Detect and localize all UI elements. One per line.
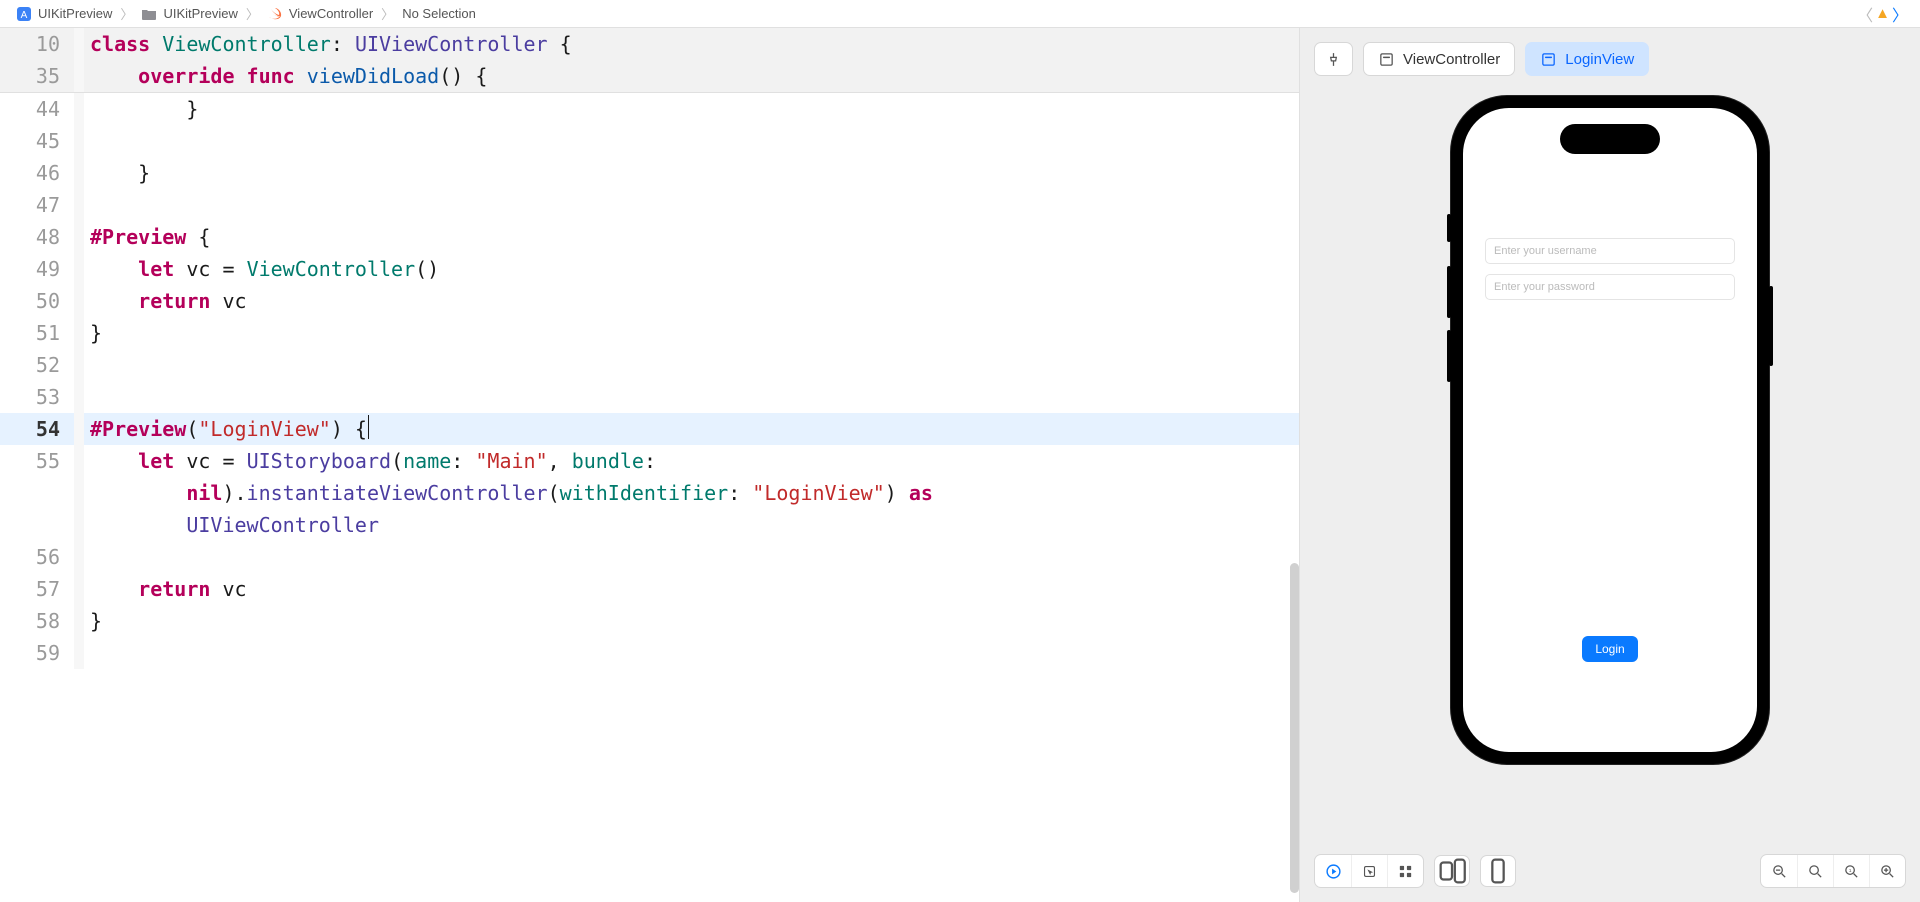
zoom-group: 1	[1760, 854, 1906, 888]
device-settings-button[interactable]	[1434, 855, 1470, 887]
code-line[interactable]: UIViewController	[84, 509, 1299, 541]
line-number	[0, 477, 74, 509]
zoom-fit-button[interactable]	[1797, 855, 1833, 887]
line-number: 48	[0, 221, 74, 253]
folder-icon	[141, 6, 157, 22]
code-line[interactable]: override func viewDidLoad() {	[84, 60, 1299, 92]
code-line[interactable]: }	[84, 93, 1299, 125]
warning-icon[interactable]: ▲	[1875, 5, 1890, 22]
crumb-project-label: UIKitPreview	[38, 6, 112, 21]
crumb-selection-label: No Selection	[402, 6, 476, 21]
code-line[interactable]: }	[84, 157, 1299, 189]
preview-mode-group	[1314, 854, 1424, 888]
code-line[interactable]: class ViewController: UIViewController {	[84, 28, 1299, 60]
svg-text:1: 1	[1849, 868, 1852, 874]
line-number: 56	[0, 541, 74, 573]
code-area[interactable]: 44 } 45 46 } 47 48 #Preview { 49 let vc =…	[0, 93, 1299, 902]
crumb-project[interactable]: A UIKitPreview	[10, 6, 118, 22]
preview-canvas[interactable]: Enter your username Enter your password …	[1300, 86, 1920, 842]
app-icon: A	[16, 6, 32, 22]
code-line[interactable]: nil).instantiateViewController(withIdent…	[84, 477, 1299, 509]
zoom-in-button[interactable]	[1869, 855, 1905, 887]
preview-top-toolbar: ViewController LoginView	[1300, 28, 1920, 86]
device-frame: Enter your username Enter your password …	[1451, 96, 1769, 764]
line-number: 44	[0, 93, 74, 125]
line-number: 55	[0, 445, 74, 477]
crumb-sep: 〉	[379, 4, 396, 23]
code-line[interactable]	[84, 381, 1299, 413]
line-number: 46	[0, 157, 74, 189]
fold-gutter[interactable]	[74, 28, 84, 60]
code-line[interactable]: #Preview {	[84, 221, 1299, 253]
line-number: 51	[0, 317, 74, 349]
preview-pane: ViewController LoginView Enter your user…	[1300, 28, 1920, 902]
sticky-scope: 10 class ViewController: UIViewControlle…	[0, 28, 1299, 93]
code-line[interactable]: }	[84, 317, 1299, 349]
device-power-button	[1769, 286, 1773, 366]
swift-icon	[267, 6, 283, 22]
line-number: 47	[0, 189, 74, 221]
line-number: 53	[0, 381, 74, 413]
crumb-sep: 〉	[244, 4, 261, 23]
line-number	[0, 509, 74, 541]
device-volume-up-button	[1447, 266, 1451, 318]
variants-button[interactable]	[1387, 855, 1423, 887]
preview-bottom-toolbar: 1	[1300, 842, 1920, 902]
crumb-folder[interactable]: UIKitPreview	[135, 6, 243, 22]
zoom-actual-button[interactable]: 1	[1833, 855, 1869, 887]
device-screen[interactable]: Enter your username Enter your password …	[1463, 108, 1757, 752]
code-line[interactable]	[84, 637, 1299, 669]
text-cursor	[368, 415, 369, 439]
live-button[interactable]	[1315, 855, 1351, 887]
line-number: 50	[0, 285, 74, 317]
line-number: 54	[0, 413, 74, 445]
password-field[interactable]: Enter your password	[1485, 274, 1735, 300]
line-number: 35	[0, 60, 74, 92]
line-number: 57	[0, 573, 74, 605]
code-line[interactable]	[84, 189, 1299, 221]
code-line[interactable]: return vc	[84, 573, 1299, 605]
fold-gutter[interactable]	[74, 60, 84, 92]
nav-forward-icon[interactable]: 〉	[1890, 2, 1910, 26]
svg-text:A: A	[21, 10, 28, 21]
code-line[interactable]	[84, 541, 1299, 573]
line-number: 58	[0, 605, 74, 637]
preview-tab-label: LoginView	[1565, 51, 1634, 68]
crumb-file[interactable]: ViewController	[261, 6, 379, 22]
zoom-out-button[interactable]	[1761, 855, 1797, 887]
orientation-button[interactable]	[1480, 855, 1516, 887]
code-line[interactable]: }	[84, 605, 1299, 637]
nav-back-icon[interactable]: 〈	[1855, 2, 1875, 26]
code-line[interactable]: let vc = ViewController()	[84, 253, 1299, 285]
dynamic-island	[1560, 124, 1660, 154]
line-number: 10	[0, 28, 74, 60]
code-line[interactable]: return vc	[84, 285, 1299, 317]
preview-tab-viewcontroller[interactable]: ViewController	[1363, 42, 1515, 76]
code-line[interactable]	[84, 125, 1299, 157]
breadcrumb: A UIKitPreview 〉 UIKitPreview 〉 ViewCont…	[0, 0, 1920, 28]
line-number: 49	[0, 253, 74, 285]
preview-tab-loginview[interactable]: LoginView	[1525, 42, 1649, 76]
device-volume-down-button	[1447, 330, 1451, 382]
scrollbar-thumb[interactable]	[1290, 563, 1299, 893]
crumb-file-label: ViewController	[289, 6, 373, 21]
username-field[interactable]: Enter your username	[1485, 238, 1735, 264]
editor-pane: 10 class ViewController: UIViewControlle…	[0, 28, 1300, 902]
login-button[interactable]: Login	[1582, 636, 1637, 662]
line-number: 59	[0, 637, 74, 669]
crumb-sep: 〉	[118, 4, 135, 23]
device-switch-button	[1447, 214, 1451, 242]
login-view: Enter your username Enter your password …	[1463, 108, 1757, 752]
code-line[interactable]	[84, 349, 1299, 381]
code-line[interactable]: let vc = UIStoryboard(name: "Main", bund…	[84, 445, 1299, 477]
pin-button[interactable]	[1314, 42, 1353, 76]
crumb-folder-label: UIKitPreview	[163, 6, 237, 21]
selectable-button[interactable]	[1351, 855, 1387, 887]
line-number: 45	[0, 125, 74, 157]
line-number: 52	[0, 349, 74, 381]
code-line[interactable]: #Preview("LoginView") {	[84, 413, 1299, 445]
crumb-selection[interactable]: No Selection	[396, 6, 482, 21]
preview-tab-label: ViewController	[1403, 51, 1500, 68]
